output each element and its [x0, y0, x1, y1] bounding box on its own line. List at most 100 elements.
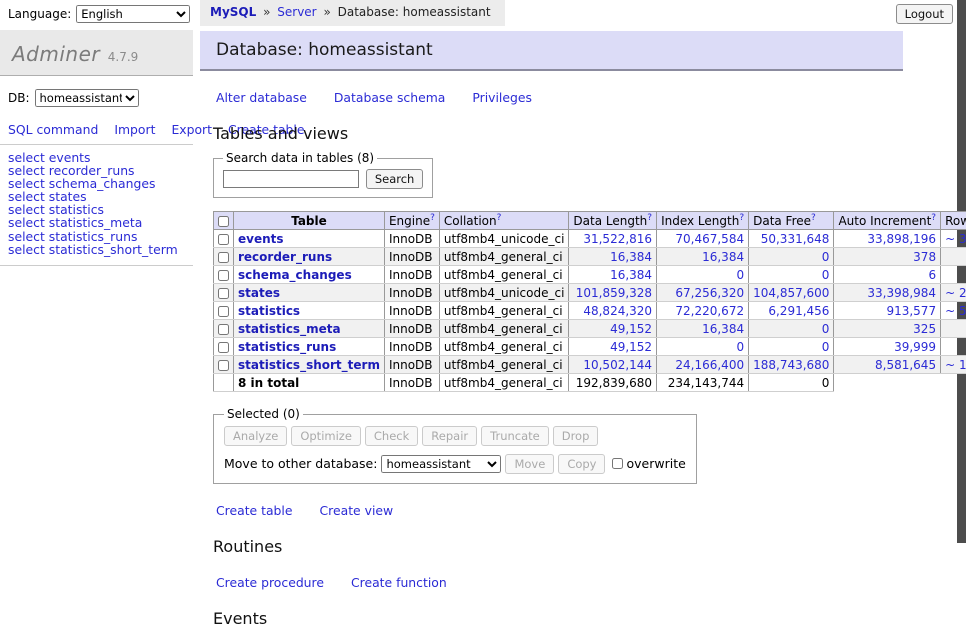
row-checkbox[interactable]: [218, 252, 229, 263]
auto-increment-link[interactable]: 33,898,196: [867, 232, 936, 246]
rows-link[interactable]: ~ 569,159: [945, 304, 966, 318]
column-header-index-length: Index Length?: [657, 212, 749, 230]
sidebar-action-sql-command[interactable]: SQL command: [8, 122, 98, 137]
overwrite-option: overwrite: [612, 456, 685, 471]
auto-increment-link[interactable]: 8,581,645: [875, 358, 936, 372]
copy-button[interactable]: Copy: [558, 454, 605, 474]
data-length-link[interactable]: 49,152: [610, 340, 652, 354]
data-length-link[interactable]: 16,384: [610, 268, 652, 282]
row-checkbox[interactable]: [218, 360, 229, 371]
search-button[interactable]: Search: [366, 169, 424, 189]
data-free-link[interactable]: 188,743,680: [753, 358, 829, 372]
column-help-link[interactable]: ?: [931, 213, 936, 223]
data-length-link[interactable]: 16,384: [610, 250, 652, 264]
data-free-link[interactable]: 50,331,648: [761, 232, 830, 246]
row-checkbox[interactable]: [218, 288, 229, 299]
index-length-link[interactable]: 0: [736, 268, 744, 282]
table-link-statistics[interactable]: statistics: [238, 304, 300, 318]
overwrite-checkbox[interactable]: [612, 458, 623, 469]
move-db-select[interactable]: homeassistant: [381, 455, 501, 473]
analyze-button[interactable]: Analyze: [224, 426, 287, 446]
language-select[interactable]: English: [76, 5, 190, 23]
column-help-link[interactable]: ?: [497, 213, 502, 223]
link-create-procedure[interactable]: Create procedure: [216, 575, 324, 590]
column-help-link[interactable]: ?: [739, 213, 744, 223]
total-row: 8 in totalInnoDButf8mb4_general_ci192,83…: [214, 374, 966, 392]
engine-cell: InnoDB: [384, 320, 439, 338]
db-link-database-schema[interactable]: Database schema: [334, 90, 445, 105]
row-checkbox-cell: [214, 356, 234, 374]
link-create-function[interactable]: Create function: [351, 575, 447, 590]
data-free-link[interactable]: 0: [822, 268, 830, 282]
rows-link[interactable]: ~ 312,180: [945, 232, 966, 246]
index-length-link[interactable]: 24,166,400: [675, 358, 744, 372]
row-checkbox[interactable]: [218, 306, 229, 317]
data-free-link[interactable]: 0: [822, 250, 830, 264]
logout-button[interactable]: Logout: [896, 4, 953, 24]
index-length-link[interactable]: 72,220,672: [675, 304, 744, 318]
sidebar-action-import[interactable]: Import: [114, 122, 155, 137]
data-free-cell: 50,331,648: [749, 230, 834, 248]
select-all-checkbox[interactable]: [218, 216, 229, 227]
data-free-link[interactable]: 104,857,600: [753, 286, 829, 300]
rows-link[interactable]: ~ 299,833: [945, 286, 966, 300]
auto-increment-link[interactable]: 39,999: [894, 340, 936, 354]
adminer-logo: Adminer: [12, 42, 100, 66]
table-link-statistics-runs[interactable]: statistics_runs: [238, 340, 336, 354]
breadcrumb-server-link[interactable]: Server: [277, 5, 316, 19]
link-create-table[interactable]: Create table: [216, 503, 293, 518]
optimize-button[interactable]: Optimize: [291, 426, 361, 446]
select-all-cell: [214, 212, 234, 230]
auto-increment-link[interactable]: 913,577: [886, 304, 936, 318]
data-length-cell: 48,824,320: [569, 302, 657, 320]
table-link-schema-changes[interactable]: schema_changes: [238, 268, 352, 282]
table-link-statistics-short-term[interactable]: statistics_short_term: [238, 358, 380, 372]
row-checkbox[interactable]: [218, 234, 229, 245]
data-length-link[interactable]: 10,502,144: [583, 358, 652, 372]
column-help-link[interactable]: ?: [811, 213, 816, 223]
db-select[interactable]: homeassistant: [35, 89, 139, 107]
data-free-link[interactable]: 0: [822, 340, 830, 354]
repair-button[interactable]: Repair: [422, 426, 477, 446]
row-checkbox[interactable]: [218, 270, 229, 281]
collation-cell: utf8mb4_general_ci: [439, 248, 569, 266]
data-length-link[interactable]: 31,522,816: [583, 232, 652, 246]
move-button[interactable]: Move: [505, 454, 554, 474]
table-link-states[interactable]: states: [238, 286, 280, 300]
db-link-alter-database[interactable]: Alter database: [216, 90, 307, 105]
drop-button[interactable]: Drop: [553, 426, 599, 446]
row-checkbox[interactable]: [218, 342, 229, 353]
column-help-link[interactable]: ?: [647, 213, 652, 223]
data-free-link[interactable]: 6,291,456: [768, 304, 829, 318]
index-length-link[interactable]: 70,467,584: [675, 232, 744, 246]
column-help-link[interactable]: ?: [430, 213, 435, 223]
table-link-events[interactable]: events: [238, 232, 284, 246]
check-button[interactable]: Check: [365, 426, 418, 446]
table-link-recorder-runs[interactable]: recorder_runs: [238, 250, 332, 264]
auto-increment-link[interactable]: 325: [913, 322, 936, 336]
db-link-privileges[interactable]: Privileges: [472, 90, 532, 105]
search-input[interactable]: [223, 170, 359, 188]
index-length-link[interactable]: 67,256,320: [675, 286, 744, 300]
index-length-link[interactable]: 16,384: [702, 322, 744, 336]
table-link-statistics-meta[interactable]: statistics_meta: [238, 322, 341, 336]
table-row: statistics_metaInnoDButf8mb4_general_ci4…: [214, 320, 966, 338]
index-length-link[interactable]: 0: [736, 340, 744, 354]
link-create-view[interactable]: Create view: [320, 503, 394, 518]
breadcrumb-mysql-link[interactable]: MySQL: [210, 5, 256, 19]
auto-increment-link[interactable]: 378: [913, 250, 936, 264]
data-length-link[interactable]: 49,152: [610, 322, 652, 336]
auto-increment-link[interactable]: 33,398,984: [867, 286, 936, 300]
auto-increment-link[interactable]: 6: [928, 268, 936, 282]
rows-cell: ~ 299,833: [941, 284, 966, 302]
row-checkbox[interactable]: [218, 324, 229, 335]
data-length-link[interactable]: 101,859,328: [576, 286, 652, 300]
data-length-link[interactable]: 48,824,320: [583, 304, 652, 318]
rows-link[interactable]: ~ 136,108: [945, 358, 966, 372]
tables-and-views-heading: Tables and views: [213, 124, 903, 143]
table-name-cell: statistics_runs: [234, 338, 385, 356]
truncate-button[interactable]: Truncate: [481, 426, 549, 446]
index-length-link[interactable]: 16,384: [702, 250, 744, 264]
data-free-link[interactable]: 0: [822, 322, 830, 336]
sidebar-link-select-statistics-short-term[interactable]: select statistics_short_term: [8, 242, 178, 257]
